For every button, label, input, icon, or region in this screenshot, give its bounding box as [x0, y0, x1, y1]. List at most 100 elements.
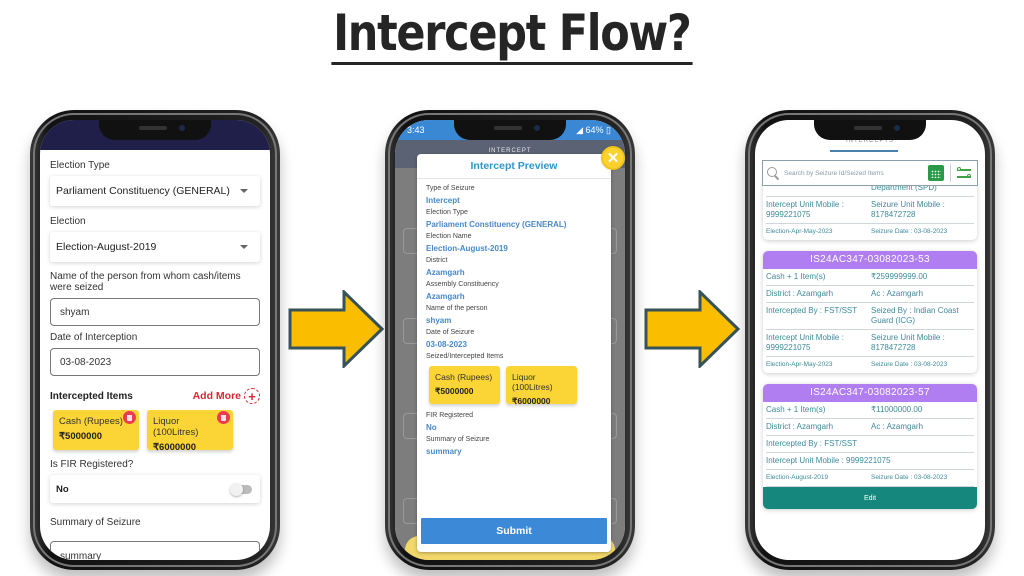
item-chip: Liquor (100Litres) ₹6000000: [506, 366, 577, 406]
fir-label: FIR Registered: [426, 412, 474, 419]
modal-title: Intercept Preview: [417, 154, 611, 179]
items-label: Seized/Intercepted Items: [426, 353, 504, 360]
close-icon[interactable]: ✕: [601, 146, 625, 170]
intercepted-by: Intercepted By : FST/SST: [766, 306, 858, 315]
plus-circle-icon: +: [244, 388, 260, 404]
field-label: Name of the person: [426, 305, 488, 312]
item-value: ₹6000000: [153, 442, 197, 453]
election-select[interactable]: Election-August-2019: [50, 232, 260, 262]
item-chip: Liquor (100Litres) ₹6000000: [147, 410, 233, 453]
field-label: Date of Seizure: [426, 329, 475, 336]
edit-button[interactable]: Edit: [763, 487, 977, 509]
summary-label: Summary of Seizure: [426, 436, 490, 443]
seizure-id: IS24AC347-03082023-57: [763, 384, 977, 402]
divider: [950, 164, 951, 182]
title-text: Intercept Flow?: [331, 4, 693, 65]
submit-button[interactable]: Submit: [421, 518, 607, 544]
summary-input[interactable]: summary: [50, 541, 260, 560]
item-chip: Cash (Rupees) ₹5000000: [53, 410, 139, 450]
person-label: Name of the person from whom cash/items …: [50, 271, 241, 293]
fir-toggle-switch[interactable]: [230, 482, 252, 496]
date-label: Date of Interception: [50, 332, 138, 343]
intercept-mobile: Intercept Unit Mobile : 9999221075: [766, 456, 891, 465]
seizure-date: Seizure Date : 03-08-2023: [871, 474, 948, 481]
filter-icon[interactable]: [957, 166, 971, 180]
search-input[interactable]: Search by Seizure Id/Seized Items: [784, 170, 928, 177]
seized-by: Seized By : Indian Coast Guard (ICG): [871, 306, 959, 325]
intercepted-by: Intercepted By : FST/SST: [766, 439, 858, 448]
field-label: District: [426, 257, 448, 264]
election-name: Election-Apr-May-2023: [766, 228, 833, 235]
phone-notch: [99, 120, 211, 140]
fir-label: Is FIR Registered?: [50, 459, 134, 470]
page-title: Intercept Flow?: [0, 4, 1024, 65]
item-chip: Cash (Rupees) ₹5000000: [429, 366, 500, 404]
intercept-mobile: Intercept Unit Mobile : 9999221075: [766, 200, 844, 219]
summary-label: Summary of Seizure: [50, 517, 141, 528]
right-arrow-icon: [644, 290, 741, 368]
add-more-label: Add More: [192, 390, 241, 402]
battery-level: 64%: [585, 124, 604, 135]
items-count: Cash + 1 Item(s): [766, 272, 826, 281]
seizure-date: Seizure Date : 03-08-2023: [871, 361, 948, 368]
item-name: Cash (Rupees): [435, 372, 493, 382]
delete-trash-icon[interactable]: [217, 411, 230, 424]
assembly-constituency: Ac : Azamgarh: [871, 289, 924, 298]
district: District : Azamgarh: [766, 422, 834, 431]
dropdown-caret-icon: [240, 189, 248, 193]
seizure-card[interactable]: IS24AC347-03082023-53 Cash + 1 Item(s) ₹…: [763, 251, 977, 373]
delete-trash-icon[interactable]: [123, 411, 136, 424]
election-type-select[interactable]: Parliament Constituency (GENERAL): [50, 176, 260, 206]
field-label: Type of Seizure: [426, 185, 475, 192]
amount: ₹259999999.00: [871, 272, 928, 281]
add-more-button[interactable]: Add More +: [193, 388, 260, 404]
field-label: Assembly Constituency: [426, 281, 499, 288]
form-screen: Election Type Parliament Constituency (G…: [40, 120, 270, 560]
intercept-mobile: Intercept Unit Mobile : 9999221075: [766, 333, 844, 352]
assembly-constituency: Ac : Azamgarh: [871, 422, 924, 431]
item-value: ₹5000000: [59, 431, 103, 442]
seizure-id: IS24AC347-03082023-53: [763, 251, 977, 269]
field-value: Intercept: [426, 196, 460, 205]
election-name: Election-Apr-May-2023: [766, 361, 833, 368]
phone-list-screen: INTERCEPTS Search by Seizure Id/Seized I…: [745, 110, 995, 570]
field-label: Election Name: [426, 233, 472, 240]
field-value: Parliament Constituency (GENERAL): [426, 220, 567, 229]
election-label: Election: [50, 216, 86, 227]
person-name-input[interactable]: shyam: [50, 298, 260, 326]
phone-notch: [814, 120, 926, 140]
summary-value: summary: [426, 447, 462, 456]
date-input[interactable]: 03-08-2023: [50, 348, 260, 376]
election-value: Election-August-2019: [56, 241, 157, 253]
intercept-preview-modal: ✕ Intercept Preview Type of Seizure Inte…: [417, 146, 625, 552]
field-value: Azamgarh: [426, 292, 465, 301]
phone-preview-screen: 3:43 ◢ 64% ▯ INTERCEPT ✕ Intercept Previ…: [385, 110, 635, 570]
district: District : Azamgarh: [766, 289, 834, 298]
election-name: Election-August-2019: [766, 474, 829, 481]
fir-toggle-row: No: [50, 475, 260, 503]
intercepted-items-heading: Intercepted Items: [50, 390, 133, 402]
item-value: ₹5000000: [435, 386, 474, 396]
items-count: Cash + 1 Item(s): [766, 405, 826, 414]
list-screen: INTERCEPTS Search by Seizure Id/Seized I…: [755, 120, 985, 560]
seizure-date: Seizure Date : 03-08-2023: [871, 228, 948, 235]
field-value: Azamgarh: [426, 268, 465, 277]
election-type-label: Election Type: [50, 160, 110, 171]
seizure-card[interactable]: IS24AC347-03082023-57 Cash + 1 Item(s) ₹…: [763, 384, 977, 509]
item-name: Liquor (100Litres): [512, 372, 553, 392]
search-icon: [767, 167, 779, 179]
item-name: Cash (Rupees): [59, 416, 123, 427]
right-arrow-icon: [288, 290, 385, 368]
seizure-card-partial[interactable]: Department (SPD) Intercept Unit Mobile :…: [763, 182, 977, 240]
field-value: shyam: [426, 316, 452, 325]
phone-notch: [454, 120, 566, 140]
preview-screen: 3:43 ◢ 64% ▯ INTERCEPT ✕ Intercept Previ…: [395, 120, 625, 560]
seizure-mobile: Seizure Unit Mobile : 8178472728: [871, 333, 945, 352]
status-battery: ◢ 64% ▯: [576, 124, 611, 135]
fir-value: No: [426, 423, 437, 432]
item-value: ₹6000000: [512, 396, 551, 406]
search-bar[interactable]: Search by Seizure Id/Seized Items: [762, 160, 978, 186]
fir-value: No: [56, 483, 69, 495]
calendar-icon[interactable]: [928, 165, 944, 181]
field-value: Election-August-2019: [426, 244, 508, 253]
